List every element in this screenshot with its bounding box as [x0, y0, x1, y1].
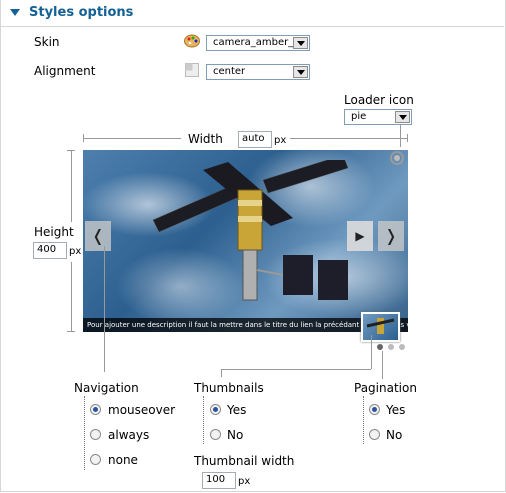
- height-guide-line-top: [71, 150, 72, 222]
- navigation-group-border: [84, 396, 85, 470]
- skin-label: Skin: [34, 35, 60, 49]
- loader-guide-line: [400, 125, 401, 147]
- slider-next-button[interactable]: ❭: [378, 221, 404, 251]
- width-guide-line-left: [83, 138, 181, 139]
- chevron-down-icon[interactable]: [293, 66, 308, 78]
- thumbnails-option-label: No: [227, 428, 244, 442]
- height-guide-line-bottom: [71, 262, 72, 332]
- height-unit: px: [69, 246, 82, 257]
- slider-play-button[interactable]: ▶: [347, 221, 373, 251]
- thumbnail-guide-vline: [371, 335, 372, 369]
- pagination-guide-line: [382, 351, 383, 379]
- pagination-radio-yes[interactable]: [369, 404, 380, 415]
- navigation-label: Navigation: [74, 381, 139, 395]
- chevron-left-icon: ❬: [91, 226, 105, 245]
- pagination-dot[interactable]: [388, 344, 394, 350]
- thumbnail-width-input[interactable]: 100: [202, 472, 236, 489]
- chevron-down-icon[interactable]: [293, 37, 308, 49]
- pagination-radio-no[interactable]: [369, 429, 380, 440]
- width-label: Width: [188, 132, 223, 146]
- thumbnails-radio-yes[interactable]: [210, 404, 221, 415]
- pagination-dot[interactable]: [399, 344, 405, 350]
- panel-title: Styles options: [29, 5, 134, 20]
- pagination-option-label: No: [386, 428, 403, 442]
- slider-prev-button[interactable]: ❬: [85, 221, 111, 251]
- thumbnails-guide-vline: [221, 369, 222, 377]
- navigation-guide-line: [104, 246, 105, 372]
- navigation-option-label: none: [108, 453, 138, 467]
- width-input[interactable]: auto: [238, 131, 272, 148]
- slider-preview: ❬ ▶ ❭ Pour ajouter une description il fa…: [83, 150, 408, 332]
- thumbnail-width-label: Thumbnail width: [194, 454, 295, 468]
- alignment-label: Alignment: [34, 64, 96, 78]
- height-input[interactable]: 400: [33, 242, 67, 259]
- pagination-label: Pagination: [354, 381, 417, 395]
- alignment-select[interactable]: center: [206, 64, 310, 80]
- navigation-radio-always[interactable]: [90, 429, 101, 440]
- loader-pie-icon: [390, 151, 404, 165]
- space-station-image: [152, 160, 349, 301]
- chevron-right-icon: ❭: [384, 226, 398, 245]
- thumbnails-option-label: Yes: [227, 403, 247, 417]
- loader-icon-select-value: pie: [351, 111, 367, 122]
- loader-icon-select[interactable]: pie: [344, 109, 412, 125]
- pagination-dot-active[interactable]: [377, 344, 383, 350]
- navigation-option-label: always: [108, 428, 150, 442]
- navigation-radio-mouseover[interactable]: [90, 404, 101, 415]
- navigation-option-label: mouseover: [108, 403, 176, 417]
- pagination-option-label: Yes: [386, 403, 406, 417]
- navigation-radio-none[interactable]: [90, 454, 101, 465]
- thumbnail-width-unit: px: [238, 476, 251, 487]
- alignment-icon: [185, 63, 199, 77]
- width-guide-line-right: [290, 138, 408, 139]
- collapse-arrow-icon[interactable]: [10, 9, 20, 16]
- height-label: Height: [34, 225, 74, 239]
- width-unit: px: [274, 135, 287, 146]
- chevron-down-icon[interactable]: [395, 111, 410, 123]
- skin-select-value: camera_amber_s: [213, 37, 293, 48]
- panel-header[interactable]: Styles options: [0, 0, 504, 27]
- skin-select[interactable]: camera_amber_s: [206, 35, 310, 51]
- thumbnails-guide-hline: [221, 369, 371, 370]
- thumbnails-radio-no[interactable]: [210, 429, 221, 440]
- thumbnails-group-border: [203, 396, 204, 444]
- palette-icon: [184, 34, 201, 48]
- alignment-select-value: center: [213, 66, 246, 77]
- thumbnails-label: Thumbnails: [194, 381, 264, 395]
- slide-caption: Pour ajouter une description il faut la …: [83, 318, 408, 332]
- loader-icon-label: Loader icon: [344, 93, 414, 107]
- pagination-group-border: [363, 396, 364, 444]
- thumbnail-preview[interactable]: [361, 312, 400, 342]
- play-icon: ▶: [355, 229, 365, 243]
